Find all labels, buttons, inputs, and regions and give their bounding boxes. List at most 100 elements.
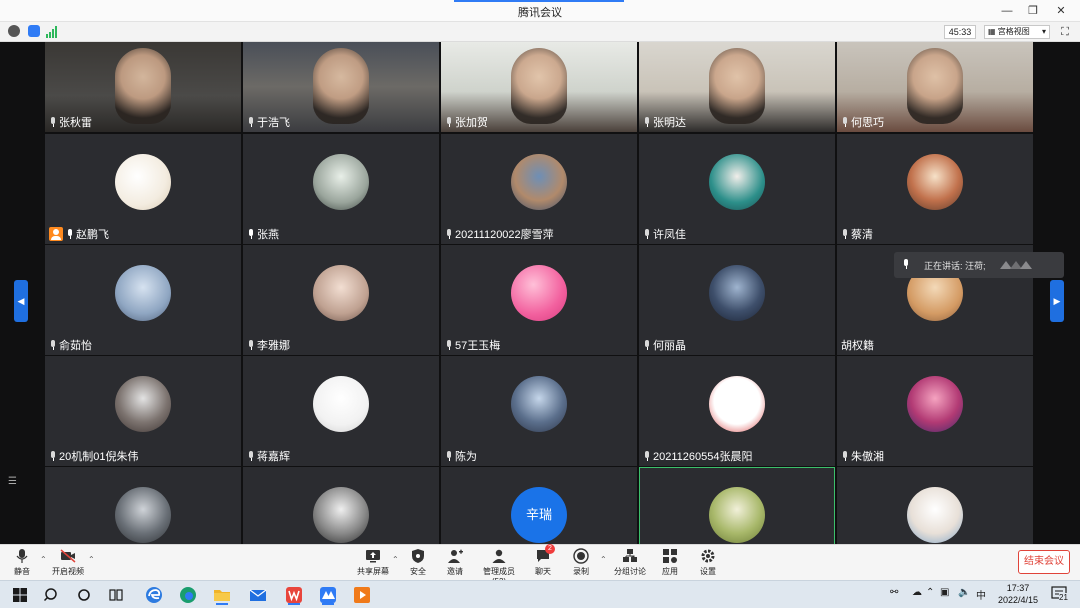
record-icon (573, 548, 589, 564)
end-meeting-button[interactable]: 结束会议 (1018, 550, 1070, 574)
participant-tile[interactable]: 张明达 (639, 42, 835, 132)
participant-tile[interactable]: 蒋嘉辉 (243, 356, 439, 466)
participant-name: 20机制01倪朱伟 (59, 451, 139, 463)
volume-icon[interactable]: 🔈 (958, 587, 970, 598)
system-clock[interactable]: 17:37 2022/4/15 (992, 582, 1044, 606)
input-method-indicator[interactable]: 中 (976, 587, 986, 602)
mic-muted-icon (445, 117, 453, 127)
list-icon[interactable]: ☰ (8, 476, 20, 488)
share-options-caret[interactable]: ⌃ (392, 555, 399, 564)
participant-tile[interactable]: 张燕 (243, 134, 439, 244)
participant-tile[interactable]: 许凤佳 (639, 134, 835, 244)
search-icon[interactable] (42, 585, 62, 605)
participant-tile[interactable] (639, 467, 835, 544)
meeting-toolbar: 静音 ⌃ 开启视频 ⌃ 共享屏幕 ⌃ 安全 邀请 管理成员 2 聊天 录制 ⌃ … (0, 544, 1080, 586)
notification-center-icon[interactable]: 21 (1050, 585, 1070, 606)
participant-name: 张燕 (257, 229, 279, 241)
media-player-icon[interactable] (352, 585, 372, 605)
apps-button[interactable]: 应用 (656, 547, 684, 577)
info-icon[interactable] (8, 25, 20, 37)
participant-tile[interactable]: 陈为 (441, 356, 637, 466)
next-page-button[interactable]: ▶ (1050, 280, 1064, 322)
invite-button[interactable]: 邀请 (440, 547, 470, 577)
close-button[interactable]: ✕ (1048, 2, 1074, 20)
participant-name: 许凤佳 (653, 229, 686, 241)
mute-button[interactable]: 静音 (8, 547, 36, 577)
participant-tile[interactable]: 20211260554张晨阳 (639, 356, 835, 466)
shield-icon[interactable] (28, 25, 40, 37)
participant-name: 陈为 (455, 451, 477, 463)
mic-muted-icon (247, 451, 255, 461)
video-options-caret[interactable]: ⌃ (88, 555, 95, 564)
tencent-meeting-logo-icon (1000, 261, 1032, 269)
members-icon (491, 548, 507, 564)
breakout-button[interactable]: 分组讨论 (612, 547, 648, 577)
participant-tile[interactable]: 20211120022廖雪萍 (441, 134, 637, 244)
participant-tile[interactable]: 57王玉梅 (441, 245, 637, 355)
participant-tile[interactable]: 何丽晶 (639, 245, 835, 355)
participant-tile[interactable]: 朱傲湘 (837, 356, 1033, 466)
avatar-initials: 辛瑞 (511, 487, 567, 543)
mail-icon[interactable] (248, 585, 268, 605)
windows-start-icon[interactable] (10, 585, 30, 605)
minimize-button[interactable]: — (994, 2, 1020, 20)
task-view-icon[interactable] (106, 585, 126, 605)
participant-tile[interactable]: 20机制01倪朱伟 (45, 356, 241, 466)
participant-tile[interactable]: 张秋雷 (45, 42, 241, 132)
file-explorer-icon[interactable] (212, 585, 232, 605)
participant-avatar (313, 376, 369, 432)
tencent-meeting-icon[interactable] (318, 585, 338, 605)
view-mode-dropdown[interactable]: ▦ 宫格视图 ▾ (984, 25, 1050, 39)
participant-tile[interactable]: 辛瑞 (441, 467, 637, 544)
participant-tile[interactable]: 李雅娜 (243, 245, 439, 355)
participant-tile[interactable] (45, 467, 241, 544)
gear-icon (700, 548, 716, 564)
participant-tile[interactable] (837, 467, 1033, 544)
fullscreen-icon[interactable]: ⛶ (1058, 25, 1072, 39)
participant-tile[interactable]: 何思巧 (837, 42, 1033, 132)
share-screen-button[interactable]: 共享屏幕 (356, 547, 390, 577)
mic-muted-icon (445, 451, 453, 461)
record-options-caret[interactable]: ⌃ (600, 555, 607, 564)
edge-legacy-icon[interactable] (144, 585, 164, 605)
edge-browser-icon[interactable] (178, 585, 198, 605)
prev-page-button[interactable]: ◀ (14, 280, 28, 322)
cortana-icon[interactable] (74, 585, 94, 605)
chat-button[interactable]: 2 聊天 (530, 544, 556, 577)
participant-name: 张秋雷 (59, 117, 92, 129)
invite-icon (447, 548, 463, 564)
screen-share-icon (365, 548, 381, 564)
speaking-indicator: 正在讲话: 汪荷; (894, 252, 1064, 278)
participant-tile[interactable]: 于浩飞 (243, 42, 439, 132)
participant-name-tag: 20211260554张晨阳 (643, 448, 752, 464)
mic-muted-icon (841, 229, 849, 239)
security-button[interactable]: 安全 (404, 547, 432, 577)
participant-tile[interactable]: 俞茹怡 (45, 245, 241, 355)
network-icon[interactable]: ▣ (940, 587, 949, 598)
participant-tile[interactable]: 蔡清 (837, 134, 1033, 244)
participant-tile[interactable]: 赵鹏飞 (45, 134, 241, 244)
participant-avatar (313, 154, 369, 210)
people-icon[interactable]: ⚯ (890, 587, 898, 598)
mic-muted-icon (841, 117, 849, 127)
participant-name: 20211260554张晨阳 (653, 451, 753, 463)
apps-icon (662, 548, 678, 564)
participant-tile[interactable] (243, 467, 439, 544)
title-accent (454, 0, 624, 2)
participant-tile[interactable]: 张加贺 (441, 42, 637, 132)
active-indicator (216, 603, 228, 605)
participant-name: 李雅娜 (257, 340, 290, 352)
host-icon (49, 227, 63, 241)
wps-office-icon[interactable] (284, 585, 304, 605)
restore-button[interactable]: ❐ (1020, 2, 1046, 20)
signal-icon[interactable] (46, 25, 58, 38)
settings-button[interactable]: 设置 (694, 547, 722, 577)
chevron-up-icon[interactable]: ⌃ (926, 587, 934, 598)
cloud-icon[interactable]: ☁ (912, 587, 922, 598)
security-label: 安全 (410, 567, 426, 576)
record-button[interactable]: 录制 (568, 547, 594, 577)
mute-options-caret[interactable]: ⌃ (40, 555, 47, 564)
video-button[interactable]: 开启视频 (50, 547, 86, 577)
participant-name-tag: 20211120022廖雪萍 (445, 226, 554, 242)
apps-label: 应用 (662, 567, 678, 576)
